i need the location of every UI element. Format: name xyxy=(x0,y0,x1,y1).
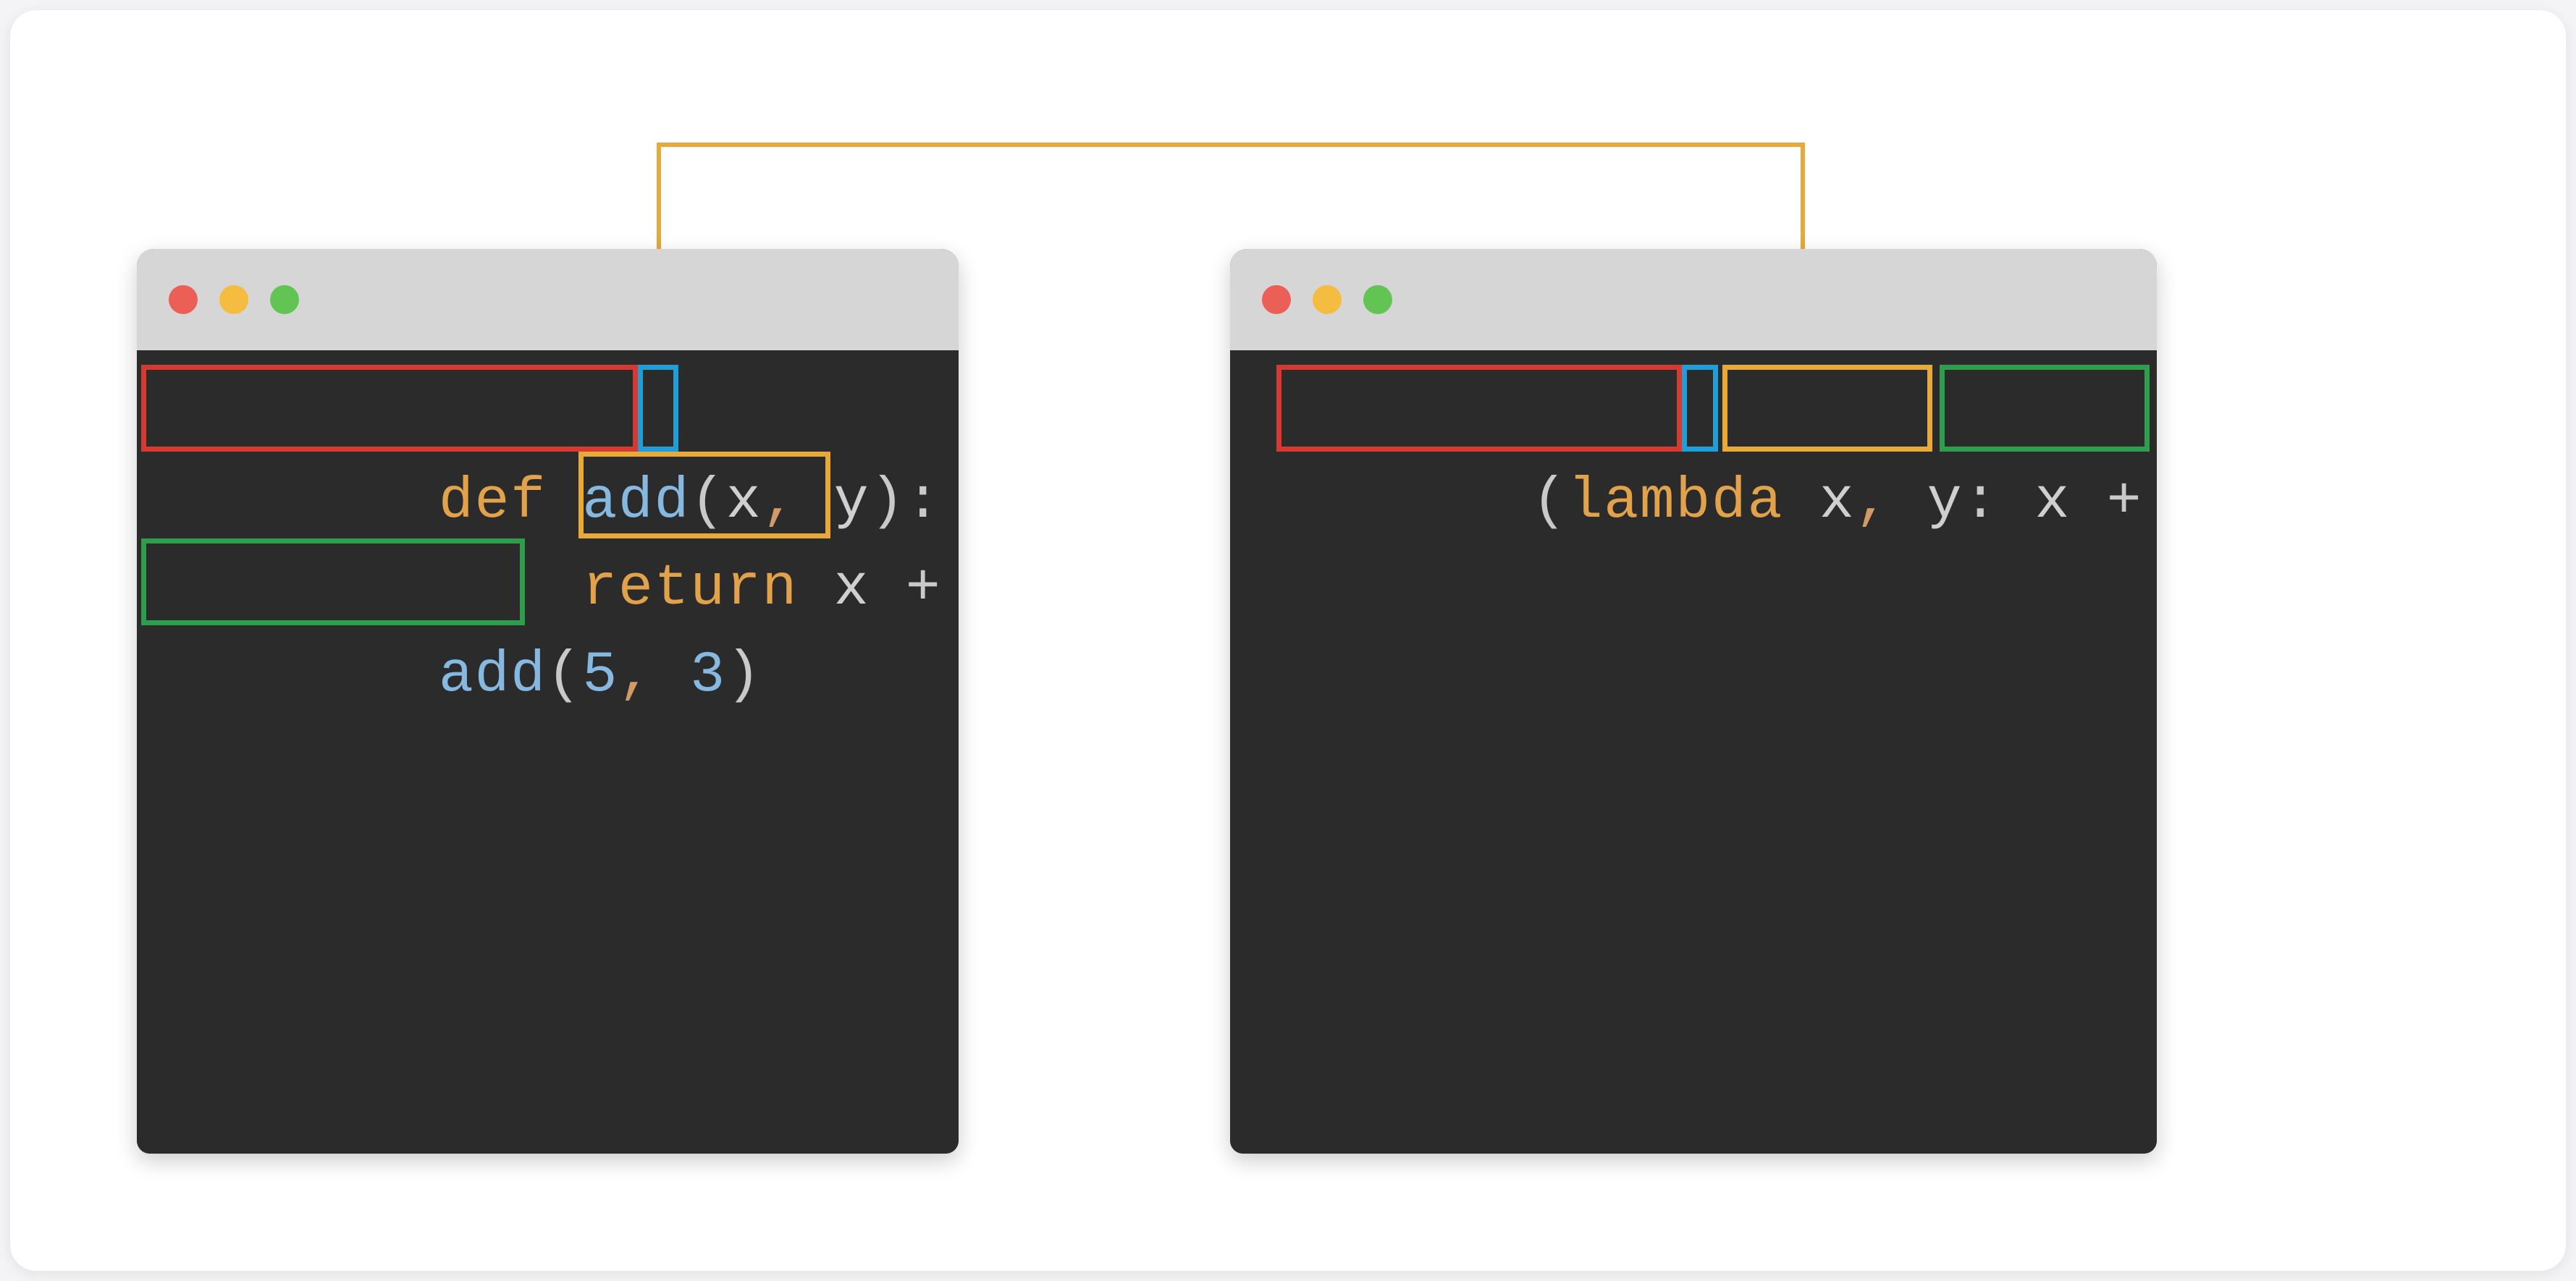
call-function-name: add xyxy=(439,643,547,709)
editor-window-def: def add(x, y): return x + y add(5, 3) xyxy=(137,249,959,1154)
code-line-1: (lambda x, y: x + y)(5, 3) xyxy=(1245,372,2157,633)
window-zoom-dot[interactable] xyxy=(1363,285,1392,314)
code-body: (lambda x, y: x + y)(5, 3) xyxy=(1230,350,2157,1154)
window-minimize-dot[interactable] xyxy=(219,285,248,314)
window-minimize-dot[interactable] xyxy=(1313,285,1342,314)
window-close-dot[interactable] xyxy=(1262,285,1291,314)
keyword-lambda: lambda xyxy=(1567,469,1783,535)
diagram-canvas: def add(x, y): return x + y add(5, 3) xyxy=(10,10,2566,1271)
window-zoom-dot[interactable] xyxy=(270,285,299,314)
window-close-dot[interactable] xyxy=(169,285,198,314)
code-line-3: add(5, 3) xyxy=(151,546,762,806)
editor-window-lambda: (lambda x, y: x + y)(5, 3) xyxy=(1230,249,2157,1154)
editor-titlebar xyxy=(137,249,959,350)
code-body: def add(x, y): return x + y add(5, 3) xyxy=(137,350,959,1154)
editor-titlebar xyxy=(1230,249,2157,350)
lambda-colon: : xyxy=(1963,469,1999,535)
